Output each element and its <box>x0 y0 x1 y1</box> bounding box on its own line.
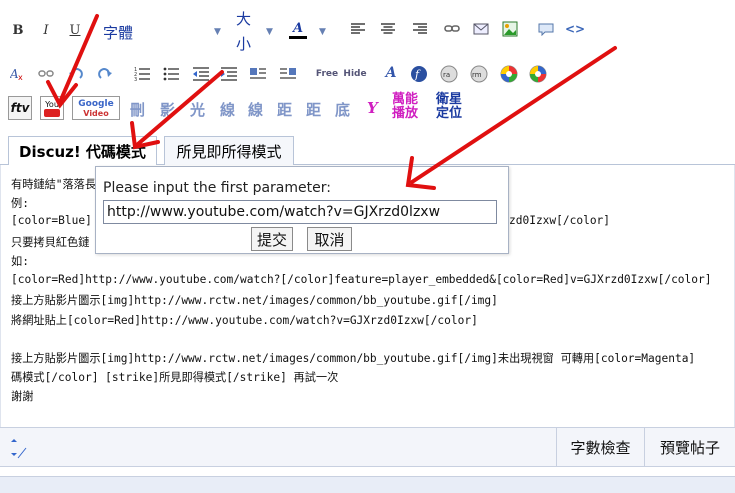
unlink-icon[interactable] <box>38 67 54 81</box>
y-button[interactable]: Y <box>367 99 378 117</box>
font-style-icon[interactable]: A <box>382 64 400 82</box>
word-count-button[interactable]: 字數檢查 <box>556 428 644 466</box>
zh-button-shadow[interactable]: 影 <box>160 99 175 120</box>
editor-line: 接上方貼影片圖示[img]http://www.rctw.net/images/… <box>11 352 696 365</box>
editor-line: 有時鏈結"落落長 <box>11 178 97 191</box>
youtube-label: You <box>45 99 59 109</box>
align-right-icon[interactable] <box>413 23 427 35</box>
editor-line: 例: <box>11 197 29 210</box>
align-center-icon[interactable] <box>381 23 395 35</box>
zh-button-spacing[interactable]: 距 <box>277 99 292 120</box>
wanneng-label-1: 萬能 <box>392 92 419 107</box>
google-label: Google <box>78 98 114 109</box>
font-select[interactable]: 字體 <box>103 22 133 43</box>
chevron-down-icon[interactable]: ▼ <box>266 27 273 37</box>
tab-discuz-code-mode[interactable]: Discuz! 代碼模式 <box>8 136 157 166</box>
editor-status-bar: 字數檢查 預覽帖子 <box>0 427 735 467</box>
text-color-glyph: A <box>292 20 304 36</box>
editor-line: 只要拷貝紅色鏈 <box>11 236 90 249</box>
outdent-icon[interactable] <box>193 67 209 81</box>
editor-line: 碼模式[/color] [strike]所見即得模式[/strike] 再試一次 <box>11 371 339 384</box>
zh-button-line[interactable]: 線 <box>220 99 235 120</box>
preview-post-button[interactable]: 預覽帖子 <box>644 428 735 466</box>
attachment-bar <box>0 476 735 493</box>
editor-line: 將網址貼上[color=Red]http://www.youtube.com/w… <box>11 314 478 327</box>
tab-wysiwyg-mode[interactable]: 所見即所得模式 <box>164 136 294 166</box>
editor-toolbar: B I U 字體 ▼ 大 小 ▼ A ▼ <> Ax 123 Free Hide… <box>0 0 735 130</box>
align-left-icon[interactable] <box>351 23 365 35</box>
chevron-down-icon[interactable]: ▼ <box>214 27 221 37</box>
editor-mode-tabs: Discuz! 代碼模式 所見即所得模式 <box>0 133 735 166</box>
zh-button-background[interactable]: 底 <box>335 99 350 120</box>
wanneng-player-button[interactable]: 萬能 播放 <box>392 93 418 121</box>
submit-button[interactable]: 提交 <box>251 227 293 251</box>
link-icon[interactable] <box>444 22 460 36</box>
satellite-label-1: 衛星 <box>436 92 463 107</box>
dialog-prompt: Please input the first parameter: <box>103 180 331 196</box>
editor-line: 如: <box>11 255 29 268</box>
bold-button[interactable]: B <box>10 20 26 40</box>
text-color-button[interactable]: A <box>287 18 309 42</box>
redo-icon[interactable] <box>97 67 113 81</box>
svg-text:3: 3 <box>134 77 137 81</box>
underline-button[interactable]: U <box>67 20 83 40</box>
ordered-list-icon[interactable]: 123 <box>134 67 150 81</box>
chevron-down-icon[interactable]: ▼ <box>319 27 326 37</box>
italic-button[interactable]: I <box>38 20 54 40</box>
media-player-alt-icon[interactable] <box>529 65 547 83</box>
zh-button-delete[interactable]: 刪 <box>130 99 145 120</box>
indent-icon[interactable] <box>221 67 237 81</box>
code-icon[interactable]: <> <box>565 20 585 38</box>
size-select-line1[interactable]: 大 <box>236 8 251 29</box>
editor-line: [color=Red]http://www.youtube.com/watch?… <box>11 273 712 286</box>
cancel-button[interactable]: 取消 <box>307 227 352 251</box>
parameter-input[interactable] <box>103 200 497 224</box>
satellite-label-2: 定位 <box>436 106 463 121</box>
youtube-button[interactable]: You <box>40 96 64 120</box>
hide-button[interactable]: Hide <box>343 66 366 82</box>
bullet-list-icon[interactable] <box>163 67 179 81</box>
editor-line: [color=Blue] <box>11 214 92 227</box>
float-left-icon[interactable] <box>250 67 266 81</box>
color-bar <box>289 35 307 39</box>
free-button[interactable]: Free <box>316 66 338 82</box>
image-icon[interactable] <box>502 21 518 37</box>
wanneng-label-2: 播放 <box>392 106 419 121</box>
media-player-icon[interactable] <box>500 65 518 83</box>
real-media-icon[interactable]: rm <box>470 65 488 83</box>
satellite-location-button[interactable]: 衛星 定位 <box>436 93 462 121</box>
flash-icon[interactable]: f <box>410 65 428 83</box>
svg-text:x: x <box>18 73 23 81</box>
svg-text:rm: rm <box>472 71 482 79</box>
google-video-button[interactable]: Google Video <box>72 96 120 120</box>
editor-line: 謝謝 <box>11 390 34 403</box>
svg-text:ra: ra <box>443 71 450 79</box>
editor-line-fragment: zd0Izxw[/color] <box>509 214 611 227</box>
parameter-dialog: Please input the first parameter: 提交 取消 <box>95 166 509 254</box>
quote-icon[interactable] <box>538 22 554 36</box>
zh-button-spacing-alt[interactable]: 距 <box>306 99 321 120</box>
remove-format-icon[interactable]: Ax <box>10 67 26 81</box>
video-label: Video <box>83 108 109 118</box>
zh-button-glow[interactable]: 光 <box>190 99 205 120</box>
editor-line: 接上方貼影片圖示[img]http://www.rctw.net/images/… <box>11 294 498 307</box>
zh-button-line-alt[interactable]: 線 <box>248 99 263 120</box>
real-audio-icon[interactable]: ra <box>440 65 458 83</box>
ftv-button[interactable]: ftv <box>8 96 32 120</box>
float-right-icon[interactable] <box>280 67 296 81</box>
size-select-line2[interactable]: 小 <box>236 33 251 54</box>
resize-handle-icon[interactable] <box>6 438 28 460</box>
email-icon[interactable] <box>473 22 489 36</box>
undo-icon[interactable] <box>68 67 84 81</box>
youtube-logo-icon <box>44 108 60 117</box>
